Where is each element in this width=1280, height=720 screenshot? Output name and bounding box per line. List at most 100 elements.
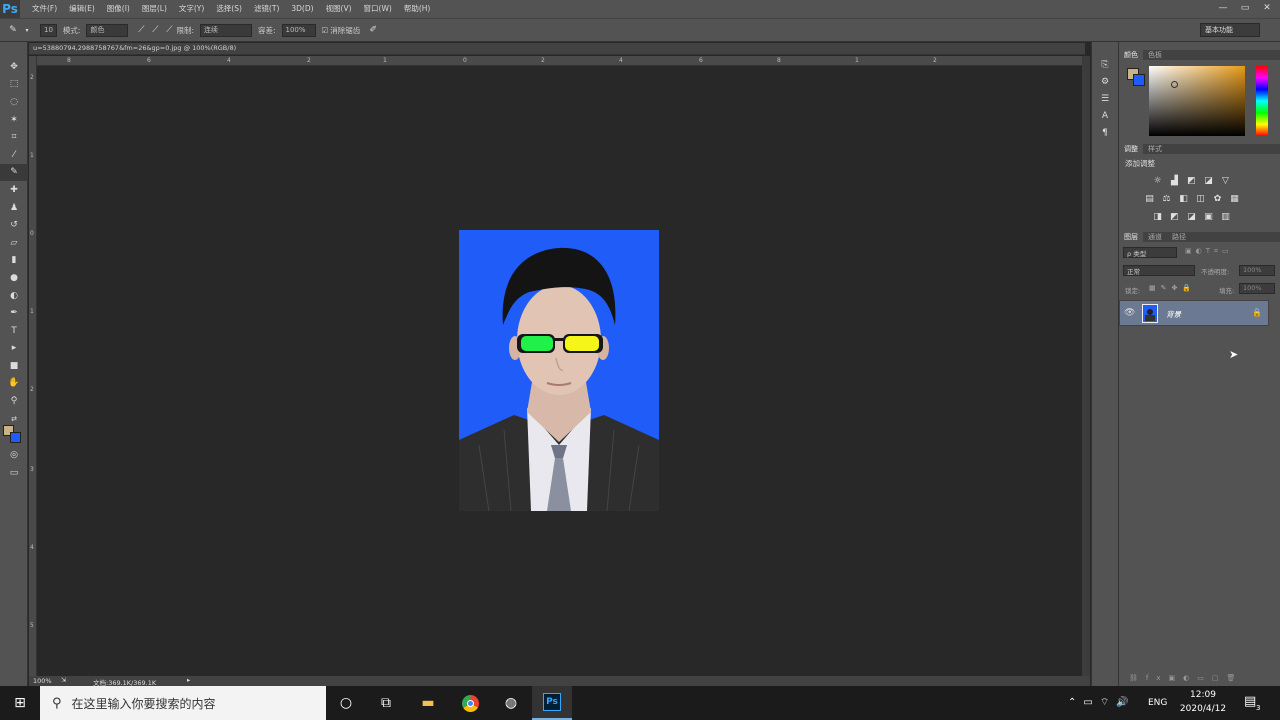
- sampling-swatch-icon[interactable]: ⟋: [162, 23, 176, 37]
- black-white-icon[interactable]: ◧: [1177, 192, 1190, 205]
- menu-item[interactable]: 帮助(H): [398, 0, 437, 18]
- system-tray-icons[interactable]: ⌃▭⌔🔊: [1068, 696, 1136, 709]
- windows-start-icon[interactable]: ⊞: [0, 686, 40, 720]
- menu-item[interactable]: 文字(Y): [173, 0, 210, 18]
- posterize-icon[interactable]: ◩: [1168, 210, 1181, 223]
- exposure-icon[interactable]: ◪: [1202, 174, 1215, 187]
- channel-mixer-icon[interactable]: ✿: [1211, 192, 1224, 205]
- pen-tool-icon[interactable]: ✒: [0, 304, 28, 322]
- tab-styles[interactable]: 样式: [1143, 144, 1167, 154]
- history-brush-tool-icon[interactable]: ↺: [0, 216, 28, 234]
- fill-input[interactable]: 100%: [1239, 283, 1275, 294]
- menu-item[interactable]: 滤镜(T): [248, 0, 285, 18]
- background-color-swatch[interactable]: [1133, 74, 1145, 86]
- type-tool-icon[interactable]: T: [0, 322, 28, 340]
- threshold-icon[interactable]: ◪: [1185, 210, 1198, 223]
- marquee-tool-icon[interactable]: ⬚: [0, 76, 28, 94]
- color-balance-icon[interactable]: ⚖: [1160, 192, 1173, 205]
- zoom-tool-icon[interactable]: ⚲: [0, 392, 28, 410]
- brush-size-picker[interactable]: 10: [40, 23, 57, 37]
- layer-name[interactable]: 背景: [1166, 309, 1181, 320]
- crop-tool-icon[interactable]: ⌗: [0, 128, 28, 146]
- adjustments-panel-icon[interactable]: ☰: [1092, 90, 1118, 107]
- tab-paths[interactable]: 路径: [1167, 232, 1191, 242]
- chrome-icon[interactable]: [450, 686, 490, 720]
- menu-item[interactable]: 文件(F): [26, 0, 63, 18]
- restore-button[interactable]: ▭: [1234, 0, 1256, 16]
- photo-filter-icon[interactable]: ◫: [1194, 192, 1207, 205]
- menu-item[interactable]: 图层(L): [136, 0, 173, 18]
- file-explorer-icon[interactable]: ▬: [408, 686, 448, 720]
- document-tab[interactable]: u=53880794,2988758767&fm=26&gp=0.jpg @ 1…: [29, 43, 1085, 55]
- screen-mode-icon[interactable]: ▭: [0, 464, 28, 482]
- clock-date[interactable]: 2020/4/12: [1178, 704, 1228, 714]
- hue-slider[interactable]: [1256, 66, 1268, 136]
- hand-tool-icon[interactable]: ✋: [0, 375, 28, 393]
- history-panel-icon[interactable]: ⎘: [1092, 56, 1118, 73]
- blend-mode-select[interactable]: 正常: [1123, 265, 1195, 276]
- lock-icons[interactable]: ▦✎✥🔒: [1149, 284, 1196, 292]
- media-player-icon[interactable]: ◍: [491, 686, 531, 720]
- hue-saturation-icon[interactable]: ▤: [1143, 192, 1156, 205]
- pressure-icon[interactable]: ✐: [366, 23, 380, 37]
- mode-select[interactable]: 颜色: [86, 23, 129, 37]
- zoom-level[interactable]: 100%: [33, 677, 52, 685]
- menu-item[interactable]: 选择(S): [210, 0, 248, 18]
- layer-filter-select[interactable]: ρ 类型: [1123, 247, 1177, 258]
- taskbar-search-box[interactable]: ⚲ 在这里输入你要搜索的内容: [40, 686, 326, 720]
- eye-icon[interactable]: 👁: [1124, 308, 1135, 318]
- blur-tool-icon[interactable]: ●: [0, 269, 28, 287]
- chevron-down-icon[interactable]: ▾: [20, 23, 34, 37]
- properties-panel-icon[interactable]: ⚙: [1092, 73, 1118, 90]
- tab-layers[interactable]: 图层: [1119, 232, 1143, 242]
- color-lookup-icon[interactable]: ▦: [1228, 192, 1241, 205]
- gradient-map-icon[interactable]: ▥: [1219, 210, 1232, 223]
- paragraph-panel-icon[interactable]: ¶: [1092, 124, 1118, 141]
- character-panel-icon[interactable]: A: [1092, 107, 1118, 124]
- tab-channels[interactable]: 通道: [1143, 232, 1167, 242]
- vertical-scrollbar[interactable]: [1082, 56, 1090, 676]
- tab-adjustments[interactable]: 调整: [1119, 144, 1143, 154]
- cortana-icon[interactable]: ○: [326, 686, 366, 720]
- menu-item[interactable]: 图像(I): [101, 0, 136, 18]
- layer-row[interactable]: 👁 背景 🔒: [1119, 300, 1269, 326]
- menu-item[interactable]: 视图(V): [320, 0, 358, 18]
- vibrance-icon[interactable]: ▽: [1219, 174, 1232, 187]
- gradient-tool-icon[interactable]: ▮: [0, 252, 28, 270]
- tab-swatches[interactable]: 色板: [1143, 50, 1167, 60]
- workspace-select[interactable]: 基本功能: [1200, 23, 1260, 37]
- language-indicator[interactable]: ENG: [1148, 698, 1167, 708]
- minimize-button[interactable]: —: [1212, 0, 1234, 16]
- notification-icon[interactable]: ▤: [1244, 694, 1256, 709]
- path-selection-tool-icon[interactable]: ▸: [0, 340, 28, 358]
- tab-color[interactable]: 颜色: [1119, 50, 1143, 60]
- move-tool-icon[interactable]: ✥: [0, 58, 28, 76]
- clock-time[interactable]: 12:09: [1178, 690, 1228, 700]
- task-view-icon[interactable]: ⧉: [366, 686, 406, 720]
- curves-icon[interactable]: ◩: [1185, 174, 1198, 187]
- sampling-once-icon[interactable]: ⟋: [148, 23, 162, 37]
- selective-color-icon[interactable]: ▣: [1202, 210, 1215, 223]
- menu-item[interactable]: 3D(D): [285, 0, 319, 18]
- layer-footer-icons[interactable]: ⛓fx▣◐▭▢🗑: [1129, 674, 1243, 682]
- close-button[interactable]: ✕: [1256, 0, 1278, 16]
- opacity-input[interactable]: 100%: [1239, 265, 1275, 276]
- brightness-icon[interactable]: ☼: [1151, 174, 1164, 187]
- menu-item[interactable]: 编辑(E): [63, 0, 101, 18]
- tolerance-input[interactable]: 100%: [281, 23, 316, 37]
- menu-item[interactable]: 窗口(W): [358, 0, 398, 18]
- magic-wand-tool-icon[interactable]: ✶: [0, 111, 28, 129]
- color-replacement-tool-icon[interactable]: ✎: [0, 163, 28, 182]
- invert-icon[interactable]: ◨: [1151, 210, 1164, 223]
- layer-filter-icons[interactable]: ▣◐T⌗▭: [1185, 247, 1233, 256]
- stamp-tool-icon[interactable]: ♟: [0, 199, 28, 217]
- export-icon[interactable]: ⇲: [61, 676, 66, 684]
- status-menu-arrow-icon[interactable]: ▸: [187, 676, 190, 684]
- healing-brush-tool-icon[interactable]: ✚: [0, 181, 28, 199]
- background-color-swatch[interactable]: [10, 432, 21, 443]
- color-field[interactable]: [1149, 66, 1245, 136]
- quick-selection-tool-icon[interactable]: ✎: [6, 23, 20, 37]
- rectangle-tool-icon[interactable]: ■: [0, 357, 28, 375]
- eyedropper-tool-icon[interactable]: ⁄: [0, 146, 28, 164]
- limits-select[interactable]: 连续: [199, 23, 252, 37]
